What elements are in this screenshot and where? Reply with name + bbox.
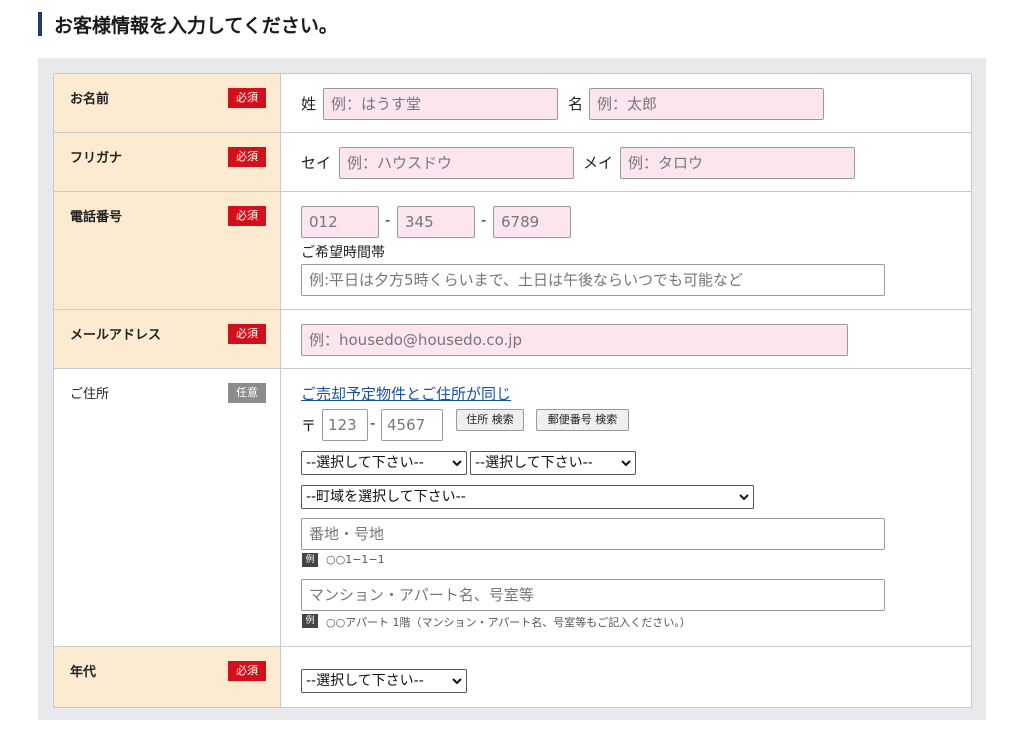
optional-badge: 任意 (228, 383, 266, 403)
chevron-down-icon (739, 494, 749, 501)
last-kana-input[interactable]: 例：ハウスドウ (339, 147, 574, 179)
prefecture-select[interactable]: --選択して下さい-- (301, 451, 467, 475)
field-label-name: お名前 (70, 92, 110, 107)
field-label-kana: フリガナ (70, 151, 123, 166)
postal-separator: - (370, 414, 376, 432)
row-header-email: メールアドレス 必須 (54, 310, 281, 368)
building-example-text: ○○アパート 1階（マンション・アパート名、号室等もご記入ください。） (326, 616, 691, 629)
form-row-address: ご住所 任意 ご売却予定物件とご住所が同じ 〒 123 - 4567 住所 検索… (54, 369, 971, 647)
postal-code-part1-input[interactable]: 123 (322, 409, 368, 441)
form-row-age: 年代 必須 --選択して下さい-- (54, 647, 971, 707)
row-header-name: お名前 必須 (54, 74, 281, 132)
row-body-age: --選択して下さい-- (281, 647, 971, 707)
last-kana-label: セイ (301, 154, 332, 172)
street-address-input[interactable]: 番地・号地 (301, 518, 885, 550)
example-badge: 例 (302, 553, 318, 567)
field-label-address: ご住所 (70, 387, 110, 402)
example-badge: 例 (302, 614, 318, 628)
required-badge: 必須 (228, 661, 266, 681)
postal-mark: 〒 (301, 417, 317, 435)
form-row-phone: 電話番号 必須 012 - 345 - 6789 ご希望時間帯 例:平日は夕方5… (54, 192, 971, 310)
phone-separator: - (385, 211, 391, 229)
same-address-link[interactable]: ご売却予定物件とご住所が同じ (301, 383, 511, 404)
form-row-kana: フリガナ 必須 セイ 例：ハウスドウ メイ 例：タロウ (54, 133, 971, 192)
row-body-email: 例：housedo@housedo.co.jp (281, 310, 971, 368)
first-kana-label: メイ (583, 154, 614, 172)
postal-search-button[interactable]: 郵便番号 検索 (536, 409, 629, 431)
town-select-value: --町域を選択して下さい-- (306, 489, 466, 505)
first-name-label: 名 (568, 95, 584, 113)
city-select-value: --選択して下さい-- (475, 455, 593, 471)
field-label-phone: 電話番号 (70, 210, 123, 225)
row-body-kana: セイ 例：ハウスドウ メイ 例：タロウ (281, 133, 971, 191)
prefecture-select-value: --選択して下さい-- (306, 455, 424, 471)
town-select[interactable]: --町域を選択して下さい-- (301, 485, 754, 509)
row-header-age: 年代 必須 (54, 647, 281, 707)
form-row-name: お名前 必須 姓 例：はうす堂 名 例：太郎 (54, 74, 971, 133)
row-header-phone: 電話番号 必須 (54, 192, 281, 309)
required-badge: 必須 (228, 88, 266, 108)
preferred-time-input[interactable]: 例:平日は夕方5時くらいまで、土日は午後ならいつでも可能など (301, 264, 885, 296)
first-kana-input[interactable]: 例：タロウ (620, 147, 855, 179)
age-select-value: --選択して下さい-- (306, 673, 424, 689)
last-name-input[interactable]: 例：はうす堂 (323, 88, 558, 120)
age-select[interactable]: --選択して下さい-- (301, 669, 467, 693)
required-badge: 必須 (228, 324, 266, 344)
field-label-age: 年代 (70, 665, 97, 680)
row-header-kana: フリガナ 必須 (54, 133, 281, 191)
page-heading: お客様情報を入力してください。 (38, 10, 338, 38)
form-row-email: メールアドレス 必須 例：housedo@housedo.co.jp (54, 310, 971, 369)
chevron-down-icon (452, 678, 462, 685)
field-label-email: メールアドレス (70, 328, 162, 343)
customer-info-form: お名前 必須 姓 例：はうす堂 名 例：太郎 フリガナ 必須 セイ 例：ハウスド… (53, 73, 972, 708)
chevron-down-icon (621, 460, 631, 467)
first-name-input[interactable]: 例：太郎 (589, 88, 824, 120)
required-badge: 必須 (228, 147, 266, 167)
address-search-button[interactable]: 住所 検索 (456, 409, 524, 431)
phone-separator: - (481, 211, 487, 229)
heading-accent-bar (38, 12, 42, 36)
row-body-phone: 012 - 345 - 6789 ご希望時間帯 例:平日は夕方5時くらいまで、土… (281, 192, 971, 309)
email-input[interactable]: 例：housedo@housedo.co.jp (301, 324, 848, 356)
last-name-label: 姓 (301, 95, 317, 113)
phone-part2-input[interactable]: 345 (397, 206, 475, 238)
row-body-name: 姓 例：はうす堂 名 例：太郎 (281, 74, 971, 132)
city-select[interactable]: --選択して下さい-- (470, 451, 636, 475)
phone-part1-input[interactable]: 012 (301, 206, 379, 238)
page-title: お客様情報を入力してください。 (54, 14, 338, 37)
chevron-down-icon (452, 460, 462, 467)
row-body-address: ご売却予定物件とご住所が同じ 〒 123 - 4567 住所 検索 郵便番号 検… (281, 369, 971, 646)
street-example-text: ○○1−1−1 (326, 553, 385, 566)
required-badge: 必須 (228, 206, 266, 226)
building-input[interactable]: マンション・アパート名、号室等 (301, 579, 885, 611)
row-header-address: ご住所 任意 (54, 369, 281, 646)
phone-part3-input[interactable]: 6789 (493, 206, 571, 238)
preferred-time-label: ご希望時間帯 (301, 245, 385, 261)
postal-code-part2-input[interactable]: 4567 (381, 409, 443, 441)
